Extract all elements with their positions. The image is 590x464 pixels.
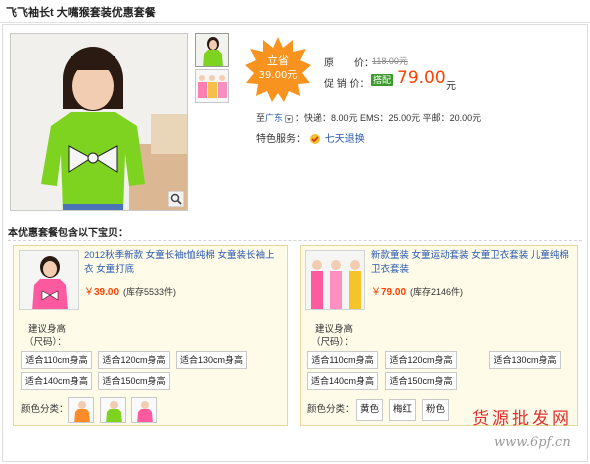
- item-2-stock: (库存2146件): [410, 287, 464, 297]
- item-1-size-120-button[interactable]: 适合120cm身高: [98, 351, 170, 369]
- main-product-image[interactable]: [10, 33, 188, 211]
- item-2-color-label: 颜色分类：: [307, 404, 355, 415]
- item-2-currency: ￥: [371, 287, 381, 298]
- promo-price: 79.00: [397, 68, 446, 88]
- page-title: 飞飞袖长t 大嘴猴套装优惠套餐: [6, 7, 156, 19]
- item-2-image[interactable]: [305, 250, 365, 310]
- item-1-size-150-button[interactable]: 适合150cm身高: [98, 372, 170, 390]
- seven-day-return-link[interactable]: 七天退换: [325, 134, 365, 145]
- feature-service: 特色服务： 七天退换: [256, 130, 365, 145]
- item-1-size-110-button[interactable]: 适合110cm身高: [21, 351, 92, 369]
- package-item-card-1: 2012秋季新款 女童长袖t恤纯棉 女童装长袖上衣 女童打底 ￥39.00 (库存…: [13, 245, 288, 426]
- item-2-color-pink-button[interactable]: 粉色: [422, 399, 449, 421]
- item-1-rec-label-2: （尺码）：: [24, 337, 67, 348]
- thumbnail-1[interactable]: [195, 33, 229, 67]
- promo-price-label: 促 销 价：: [324, 79, 370, 90]
- original-price-label: 原 价：: [324, 58, 374, 69]
- zoom-icon[interactable]: [168, 191, 184, 207]
- item-1-color-green-swatch[interactable]: [100, 397, 126, 423]
- item-2-size-130-button[interactable]: 适合130cm身高: [489, 351, 561, 369]
- item-1-rec-label-1: 建议身高: [28, 324, 67, 335]
- pink-shirt-image: [20, 251, 78, 309]
- item-2-price: ￥79.00 (库存2146件): [371, 283, 463, 298]
- item-1-image[interactable]: [19, 250, 79, 310]
- item-1-size-140-button[interactable]: 适合140cm身高: [21, 372, 92, 390]
- item-1-currency: ￥: [84, 287, 94, 298]
- item-2-size-150-button[interactable]: 适合150cm身高: [385, 372, 457, 390]
- item-1-name-link[interactable]: 2012秋季新款 女童长袖t恤纯棉 女童装长袖上衣 女童打底: [84, 249, 284, 277]
- thumb-colors-image: [196, 70, 228, 102]
- ship-prefix: 至: [256, 113, 266, 123]
- orange-shirt-swatch-image: [69, 398, 93, 422]
- item-1-color-pink-swatch[interactable]: [131, 397, 157, 423]
- promo-badge: 搭配: [371, 74, 394, 86]
- green-shirt-swatch-image: [101, 398, 125, 422]
- watermark-url: www.6pf.cn: [494, 435, 571, 450]
- original-price: 118.00元: [372, 56, 408, 66]
- title-divider: [0, 22, 590, 23]
- return-service-icon: [309, 134, 320, 145]
- ship-region-link[interactable]: 广东: [265, 113, 283, 123]
- item-1-size-130-button[interactable]: 适合130cm身高: [176, 351, 247, 369]
- item-2-rec-label-1: 建议身高: [315, 324, 354, 335]
- item-1-stock: (库存5533件): [123, 287, 177, 297]
- item-1-color-label: 颜色分类：: [21, 404, 69, 415]
- pink-shirt-swatch-image: [132, 398, 156, 422]
- thumb-green-shirt-image: [196, 34, 228, 66]
- promo-price-unit: 元: [446, 81, 456, 92]
- item-2-color-plum-button[interactable]: 梅红: [389, 399, 416, 421]
- girl-green-shirt-photo: [11, 34, 187, 210]
- item-2-color-yellow-button[interactable]: 黄色: [356, 399, 383, 421]
- package-item-card-2: 新款童装 女童运动套装 女童卫衣套装 儿童纯棉卫衣套装 ￥79.00 (库存214…: [300, 245, 578, 426]
- three-girls-suits-image: [306, 251, 364, 309]
- item-1-price-value: 39.00: [94, 287, 120, 298]
- item-2-size-110-button[interactable]: 适合110cm身高: [307, 351, 378, 369]
- package-divider: [8, 240, 582, 241]
- item-2-name-link[interactable]: 新款童装 女童运动套装 女童卫衣套装 儿童纯棉卫衣套装: [371, 249, 571, 277]
- item-2-size-140-button[interactable]: 适合140cm身高: [307, 372, 378, 390]
- region-dropdown-icon[interactable]: [285, 114, 294, 123]
- ship-rates: ：快递：8.00元 EMS：25.00元 平邮：20.00元: [295, 113, 482, 123]
- item-2-rec-label-2: （尺码）：: [311, 337, 354, 348]
- shipping-info: 至广东 ：快递：8.00元 EMS：25.00元 平邮：20.00元: [256, 111, 481, 124]
- item-1-color-orange-swatch[interactable]: [68, 397, 94, 423]
- package-title: 本优惠套餐包含以下宝贝：: [8, 228, 128, 239]
- burst-saving: 39.00元: [258, 70, 298, 81]
- item-2-price-value: 79.00: [381, 287, 407, 298]
- item-1-price: ￥39.00 (库存5533件): [84, 283, 176, 298]
- watermark-title: 货源批发网: [472, 409, 572, 429]
- thumbnail-2[interactable]: [195, 69, 229, 103]
- item-2-size-120-button[interactable]: 适合120cm身高: [385, 351, 457, 369]
- feature-label: 特色服务：: [256, 134, 306, 145]
